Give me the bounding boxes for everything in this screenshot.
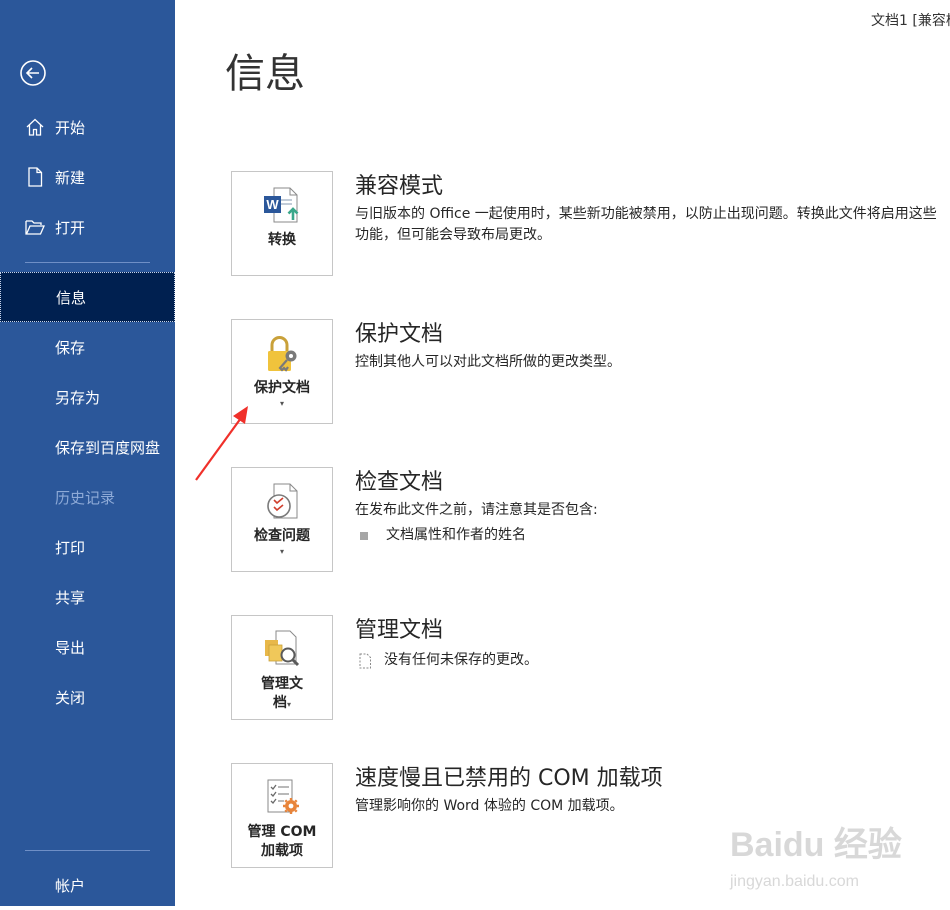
nav-label: 开始 — [55, 118, 86, 137]
nav-close[interactable]: 关闭 — [0, 672, 175, 722]
inspect-document-icon — [267, 483, 298, 519]
backstage-sidebar: 开始 新建 打开 信息 保存 另存为 保存到百度网盘 历史记录 打印 共享 导出… — [0, 0, 175, 906]
nav-label: 共享 — [55, 588, 86, 607]
list-item: 文档属性和作者的姓名 — [355, 525, 945, 546]
dropdown-caret-icon: ▾ — [286, 700, 291, 709]
bullet-square-icon — [360, 531, 368, 540]
tile-label-line1: 管理文 — [261, 676, 303, 692]
protect-document-section: 保护文档 控制其他人可以对此文档所做的更改类型。 — [355, 320, 945, 373]
section-title: 兼容模式 — [355, 174, 444, 199]
svg-text:W: W — [266, 197, 279, 212]
nav-label: 另存为 — [55, 388, 101, 407]
bullet-text: 文档属性和作者的姓名 — [386, 527, 526, 543]
nav-new[interactable]: 新建 — [0, 152, 175, 202]
nav-account[interactable]: 帐户 — [0, 860, 175, 910]
nav-label: 帐户 — [55, 876, 86, 895]
nav-history: 历史记录 — [0, 472, 175, 522]
document-status-icon — [359, 653, 371, 668]
nav-label: 新建 — [55, 168, 86, 187]
section-title: 保护文档 — [355, 322, 444, 347]
tile-label: 检查问题 — [254, 528, 310, 544]
manage-document-icon — [265, 630, 300, 667]
tile-label-line1: 管理 COM — [247, 824, 317, 840]
nav-export[interactable]: 导出 — [0, 622, 175, 672]
tile-label-line2: 档 — [272, 695, 287, 711]
tile-label-line2: 加载项 — [260, 843, 303, 859]
section-description: 与旧版本的 Office 一起使用时，某些新功能被禁用，以防止出现问题。转换此文… — [355, 206, 937, 243]
watermark-subtext: jingyan.baidu.com — [729, 873, 859, 890]
home-icon — [24, 116, 46, 138]
nav-label: 历史记录 — [55, 488, 116, 507]
new-document-icon — [24, 166, 46, 188]
convert-button[interactable]: W 转换 — [231, 171, 333, 276]
tile-label: 转换 — [268, 232, 296, 248]
nav-save[interactable]: 保存 — [0, 322, 175, 372]
section-description: 控制其他人可以对此文档所做的更改类型。 — [355, 354, 621, 370]
nav-label: 导出 — [55, 638, 86, 657]
nav-label: 打开 — [55, 218, 86, 237]
dropdown-caret-icon: ▾ — [279, 399, 284, 408]
list-item: 没有任何未保存的更改。 — [355, 650, 945, 671]
protect-document-button[interactable]: 保护文档 ▾ — [231, 319, 333, 424]
com-addins-icon — [267, 779, 299, 814]
nav-info[interactable]: 信息 — [0, 272, 175, 322]
section-title: 管理文档 — [355, 618, 444, 643]
tile-label: 管理文 档▾ — [261, 675, 303, 713]
baidu-watermark-logo: Baidu 经验 jingyan.baidu.com — [729, 825, 902, 890]
open-folder-icon — [24, 216, 46, 238]
nav-label: 保存 — [55, 338, 86, 357]
sidebar-divider — [25, 850, 150, 851]
manage-com-addins-button[interactable]: 管理 COM 加载项 — [231, 763, 333, 868]
dropdown-caret-icon: ▾ — [279, 547, 284, 556]
section-description: 在发布此文件之前，请注意其是否包含: — [355, 502, 598, 518]
tile-label: 管理 COM 加载项 — [248, 823, 317, 861]
manage-document-button[interactable]: 管理文 档▾ — [231, 615, 333, 720]
com-addins-section: 速度慢且已禁用的 COM 加载项 管理影响你的 Word 体验的 COM 加载项… — [355, 764, 945, 817]
page-title: 信息 — [225, 51, 305, 97]
tile-label: 保护文档 — [254, 380, 310, 396]
nav-print[interactable]: 打印 — [0, 522, 175, 572]
word-convert-icon: W — [264, 187, 299, 223]
bullet-text: 没有任何未保存的更改。 — [384, 652, 538, 668]
nav-open[interactable]: 打开 — [0, 202, 175, 252]
check-for-issues-button[interactable]: 检查问题 ▾ — [231, 467, 333, 572]
section-title: 检查文档 — [355, 470, 444, 495]
nav-label: 信息 — [56, 288, 87, 307]
manage-document-section: 管理文档 没有任何未保存的更改。 — [355, 616, 945, 671]
nav-label: 保存到百度网盘 — [55, 438, 161, 457]
nav-share[interactable]: 共享 — [0, 572, 175, 622]
nav-label: 关闭 — [55, 688, 86, 707]
nav-save-as[interactable]: 另存为 — [0, 372, 175, 422]
section-description: 管理影响你的 Word 体验的 COM 加载项。 — [355, 798, 624, 814]
nav-home[interactable]: 开始 — [0, 102, 175, 152]
lock-key-icon — [268, 336, 297, 372]
sidebar-divider — [25, 262, 150, 263]
nav-save-to-baidu-netdisk[interactable]: 保存到百度网盘 — [0, 422, 175, 472]
inspect-document-section: 检查文档 在发布此文件之前，请注意其是否包含: 文档属性和作者的姓名 — [355, 468, 945, 546]
section-title: 速度慢且已禁用的 COM 加载项 — [355, 766, 663, 791]
watermark-text: Baidu 经验 — [730, 825, 902, 864]
back-arrow-icon[interactable] — [19, 59, 47, 87]
compatibility-mode-section: 兼容模式 与旧版本的 Office 一起使用时，某些新功能被禁用，以防止出现问题… — [355, 172, 945, 246]
window-title: 文档1 [兼容模式] — [871, 13, 950, 29]
nav-label: 打印 — [55, 538, 86, 557]
